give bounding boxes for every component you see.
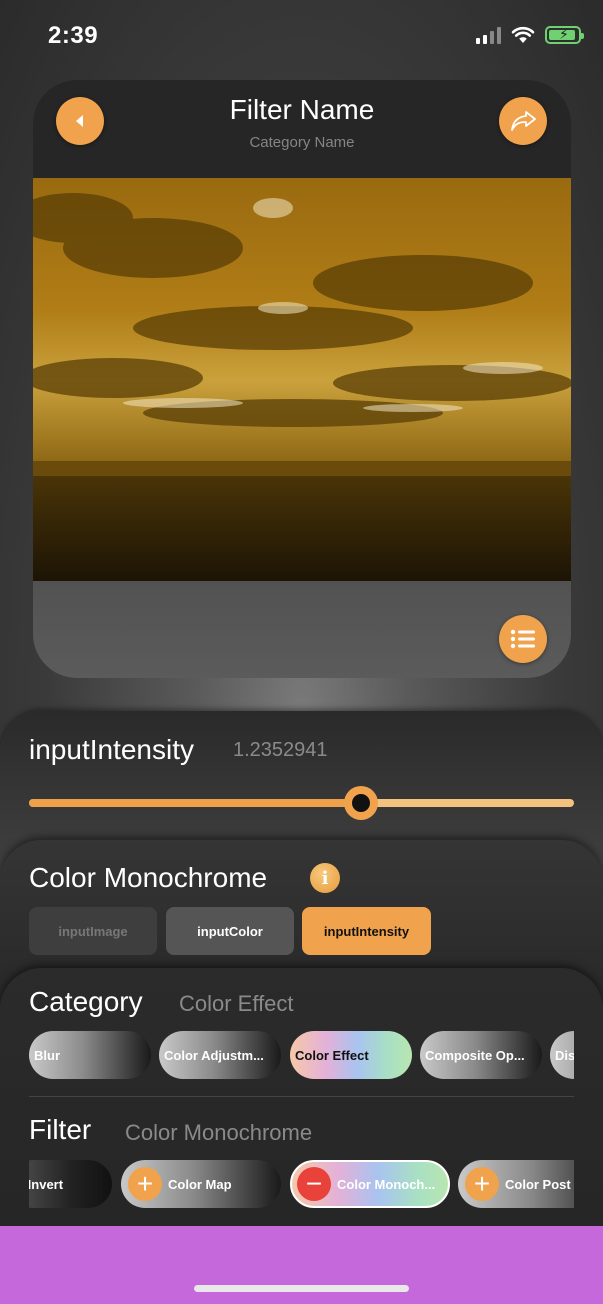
category-chip-color-effect[interactable]: Color Effect: [290, 1031, 412, 1079]
filter-value: Color Monochrome: [125, 1120, 313, 1145]
category-value: Color Effect: [179, 991, 294, 1016]
filter-title: Filter Name: [229, 94, 375, 125]
category-chip-distortion[interactable]: Dis: [550, 1031, 574, 1079]
input-tab-image[interactable]: inputImage: [29, 907, 157, 955]
filter-chip-label: Color Post: [505, 1176, 571, 1192]
add-icon[interactable]: +: [465, 1167, 499, 1201]
filter-heading: Color Monochrome: [29, 862, 268, 893]
wifi-icon: [511, 26, 535, 43]
battery-charging-icon: ⚡: [545, 26, 584, 44]
filter-chip-row: r Invert + Color Map − Color Monoch... +…: [29, 1160, 574, 1210]
category-label: Category: [29, 986, 143, 1017]
filter-chip-label: Color Monoch...: [337, 1176, 436, 1192]
info-icon[interactable]: i: [310, 863, 340, 893]
filter-chip-color-posterize[interactable]: + Color Post: [458, 1160, 574, 1208]
slider-thumb[interactable]: [344, 786, 379, 820]
parameter-value: 1.2352941: [233, 739, 328, 761]
status-icons: ⚡: [476, 26, 584, 44]
remove-icon[interactable]: −: [297, 1167, 331, 1201]
category-sheet: Category Color Effect Blur Color Adjustm…: [0, 968, 603, 1228]
filter-chip-label: r Invert: [29, 1176, 64, 1192]
input-tab-color[interactable]: inputColor: [166, 907, 294, 955]
intensity-slider[interactable]: [29, 786, 574, 820]
status-time: 2:39: [48, 22, 99, 49]
filter-chip-color-map[interactable]: + Color Map: [121, 1160, 281, 1208]
filter-label: Filter: [29, 1114, 92, 1145]
category-chip-composite[interactable]: Composite Op...: [420, 1031, 542, 1079]
list-icon: [510, 629, 535, 649]
category-chip-color-adjustment[interactable]: Color Adjustm...: [159, 1031, 281, 1079]
share-arrow-icon: [511, 111, 536, 131]
signal-icon: [476, 26, 501, 44]
parameter-name: inputIntensity: [29, 734, 194, 765]
filtered-photo: [33, 178, 571, 581]
preview-card: Filter Name Category Name: [33, 80, 571, 678]
input-tab-intensity[interactable]: inputIntensity: [302, 907, 431, 955]
add-icon[interactable]: +: [128, 1167, 162, 1201]
filter-chip-color-monochrome[interactable]: − Color Monoch...: [290, 1160, 450, 1208]
status-bar: 2:39 ⚡: [0, 0, 603, 72]
category-chip-blur[interactable]: Blur: [29, 1031, 151, 1079]
home-bar-area: [0, 1226, 603, 1304]
menu-button[interactable]: [499, 615, 547, 663]
filter-chip-invert[interactable]: r Invert: [29, 1160, 112, 1208]
home-indicator[interactable]: [194, 1285, 409, 1292]
share-button[interactable]: [499, 97, 547, 145]
category-subtitle: Category Name: [249, 134, 355, 151]
category-chip-row: Blur Color Adjustm... Color Effect Compo…: [29, 1031, 574, 1079]
section-divider: [29, 1096, 574, 1097]
slider-fill: [29, 799, 362, 807]
filter-chip-label: Color Map: [168, 1176, 232, 1192]
